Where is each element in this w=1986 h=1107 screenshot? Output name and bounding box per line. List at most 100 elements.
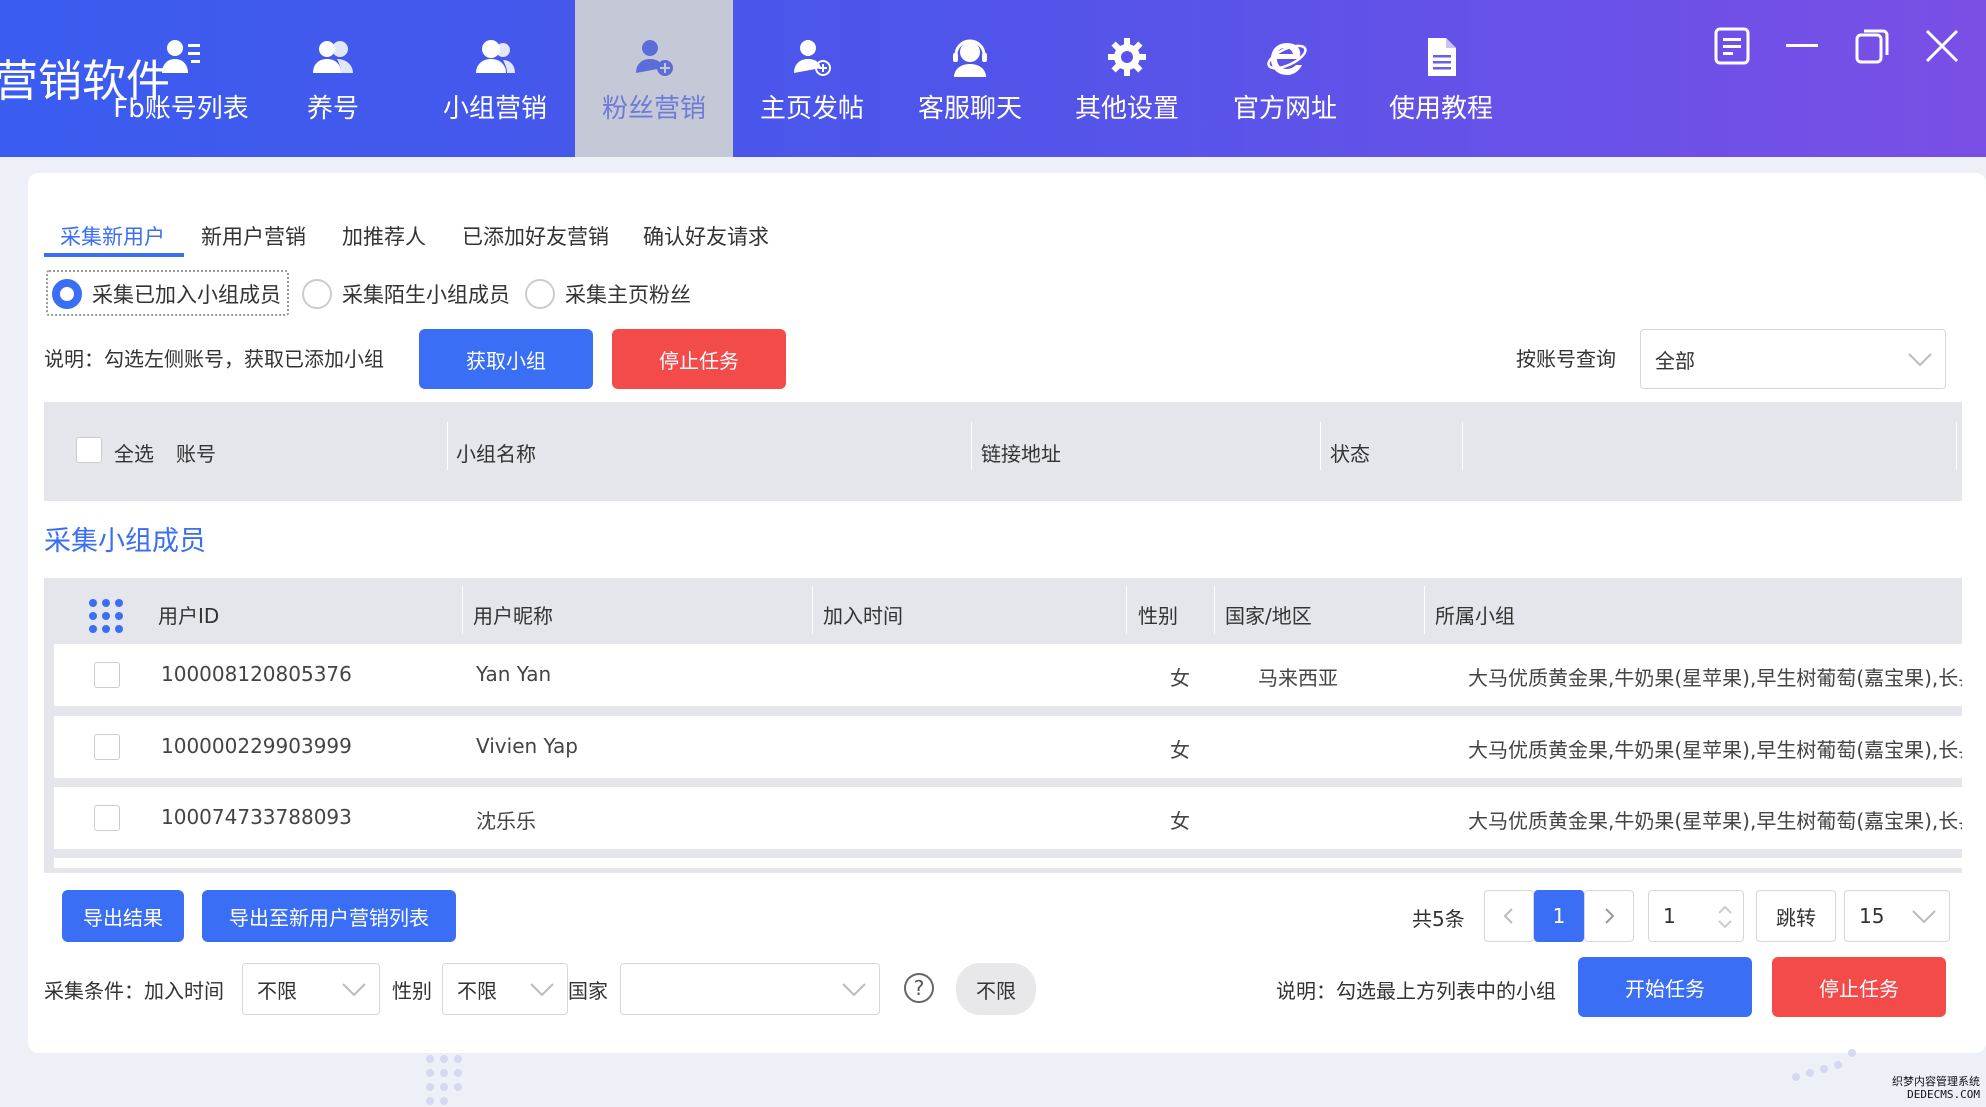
column-divider bbox=[812, 586, 813, 634]
watermark: 织梦内容管理系统 DEDECMS.COM bbox=[1892, 1075, 1980, 1101]
table-row[interactable]: 100074733788093 沈乐乐 女 大马优质黄金果,牛奶果(星苹果),早… bbox=[54, 787, 1962, 849]
cell-nickname: Yan Yan bbox=[476, 662, 552, 686]
account-query-select[interactable]: 全部 bbox=[1640, 329, 1946, 389]
group-icon bbox=[472, 34, 518, 80]
nav-fb-accounts[interactable]: Fb账号列表 bbox=[102, 0, 260, 157]
select-all-checkbox[interactable] bbox=[76, 437, 102, 463]
column-divider bbox=[447, 422, 448, 470]
headset-icon bbox=[947, 34, 993, 80]
nav-label: 小组营销 bbox=[442, 94, 547, 124]
spinner-icon[interactable] bbox=[1717, 903, 1733, 931]
nav-other-settings[interactable]: 其他设置 bbox=[1048, 0, 1206, 157]
account-query-label: 按账号查询 bbox=[1516, 347, 1616, 371]
nav-group-marketing[interactable]: 小组营销 bbox=[416, 0, 574, 157]
page-size-select[interactable]: 15 bbox=[1844, 890, 1950, 942]
nav-label: Fb账号列表 bbox=[113, 94, 249, 124]
cell-gender: 女 bbox=[1170, 666, 1190, 690]
menu-icon[interactable] bbox=[1712, 26, 1752, 66]
row-checkbox[interactable] bbox=[94, 734, 120, 760]
chevron-right-icon bbox=[1605, 908, 1615, 924]
radio-collect-homepage-fans[interactable]: 采集主页粉丝 bbox=[525, 279, 691, 309]
radio-collect-stranger-group-members[interactable]: 采集陌生小组成员 bbox=[302, 279, 510, 309]
chevron-down-icon bbox=[1912, 910, 1936, 924]
column-divider bbox=[1424, 586, 1425, 634]
minimize-icon[interactable] bbox=[1782, 26, 1822, 66]
column-user-id: 用户ID bbox=[158, 604, 220, 628]
conditions-label: 采集条件：加入时间 bbox=[44, 979, 224, 1003]
page-number-input[interactable]: 1 bbox=[1648, 890, 1744, 942]
chevron-down-icon bbox=[842, 983, 866, 997]
nav-fans-marketing[interactable]: 粉丝营销 bbox=[575, 0, 733, 157]
close-icon[interactable] bbox=[1922, 26, 1962, 66]
row-checkbox[interactable] bbox=[94, 805, 120, 831]
radio-checked-icon bbox=[52, 279, 82, 309]
column-divider bbox=[1462, 422, 1463, 470]
export-to-marketing-button[interactable]: 导出至新用户营销列表 bbox=[202, 890, 456, 942]
active-tab-indicator bbox=[44, 253, 184, 257]
watermark-line: DEDECMS.COM bbox=[1907, 1088, 1980, 1101]
gender-label: 性别 bbox=[392, 979, 432, 1003]
cell-nickname: 沈乐乐 bbox=[476, 809, 536, 833]
pagination-next[interactable] bbox=[1584, 890, 1634, 942]
stop-task-button[interactable]: 停止任务 bbox=[612, 329, 786, 389]
nav-label: 客服聊天 bbox=[917, 94, 1022, 124]
account-query-value: 全部 bbox=[1655, 348, 1695, 373]
cell-gender: 女 bbox=[1170, 809, 1190, 833]
nav-homepage-post[interactable]: 主页发帖 bbox=[733, 0, 891, 157]
country-select[interactable] bbox=[620, 963, 880, 1015]
nav-label: 主页发帖 bbox=[759, 94, 864, 124]
column-group-name: 小组名称 bbox=[456, 442, 536, 466]
get-groups-button[interactable]: 获取小组 bbox=[419, 329, 593, 389]
group-table-header: 全选 账号 小组名称 链接地址 状态 bbox=[44, 402, 1962, 501]
country-label: 国家 bbox=[568, 979, 608, 1003]
add-user-icon bbox=[631, 34, 677, 80]
nav-customer-chat[interactable]: 客服聊天 bbox=[891, 0, 1049, 157]
column-settings-icon[interactable] bbox=[88, 598, 124, 634]
tab-confirm-friend-requests[interactable]: 确认好友请求 bbox=[643, 221, 769, 251]
radio-collect-joined-group-members[interactable]: 采集已加入小组成员 bbox=[52, 279, 281, 309]
chevron-down-icon bbox=[342, 983, 366, 997]
table-row[interactable]: 100000229903999 Vivien Yap 女 大马优质黄金果,牛奶果… bbox=[54, 716, 1962, 778]
table-row[interactable]: 100008120805376 Yan Yan 女 马来西亚 大马优质黄金果,牛… bbox=[54, 644, 1962, 706]
nav-tutorial[interactable]: 使用教程 bbox=[1362, 0, 1520, 157]
tab-collect-new-users[interactable]: 采集新用户 bbox=[60, 221, 165, 251]
decorative-dots bbox=[1792, 1049, 1856, 1081]
browser-icon bbox=[1262, 34, 1308, 80]
pagination-prev[interactable] bbox=[1484, 890, 1534, 942]
decorative-dots bbox=[426, 1055, 462, 1105]
document-icon bbox=[1418, 34, 1464, 80]
unlimited-chip[interactable]: 不限 bbox=[956, 963, 1036, 1015]
nav-raise-accounts[interactable]: 养号 bbox=[254, 0, 412, 157]
section-title-collect-members: 采集小组成员 bbox=[44, 526, 206, 557]
help-icon[interactable]: ? bbox=[904, 973, 934, 1003]
export-results-button[interactable]: 导出结果 bbox=[62, 890, 184, 942]
account-list-icon bbox=[158, 34, 204, 80]
chevron-down-icon bbox=[1908, 353, 1932, 367]
pagination-current-page[interactable]: 1 bbox=[1534, 890, 1584, 942]
nav-label: 其他设置 bbox=[1074, 94, 1179, 124]
column-divider bbox=[462, 586, 463, 634]
stop-task-bottom-button[interactable]: 停止任务 bbox=[1772, 957, 1946, 1017]
nav-official-site[interactable]: 官方网址 bbox=[1206, 0, 1364, 157]
column-nickname: 用户昵称 bbox=[473, 604, 553, 628]
table-row-partial bbox=[54, 858, 1962, 868]
tab-add-referrer[interactable]: 加推荐人 bbox=[342, 221, 426, 251]
cell-nickname: Vivien Yap bbox=[476, 734, 578, 758]
row-checkbox[interactable] bbox=[94, 662, 120, 688]
content-card: 采集新用户 新用户营销 加推荐人 已添加好友营销 确认好友请求 采集已加入小组成… bbox=[28, 173, 1986, 1053]
join-time-select[interactable]: 不限 bbox=[242, 963, 380, 1015]
column-country: 国家/地区 bbox=[1225, 604, 1312, 628]
nav-label: 养号 bbox=[306, 94, 359, 124]
gender-select[interactable]: 不限 bbox=[442, 963, 568, 1015]
join-time-value: 不限 bbox=[257, 978, 297, 1003]
select-all-label: 全选 bbox=[114, 442, 154, 466]
gear-icon bbox=[1104, 34, 1150, 80]
restore-icon[interactable] bbox=[1852, 26, 1892, 66]
start-task-button[interactable]: 开始任务 bbox=[1578, 957, 1752, 1017]
page-number-value: 1 bbox=[1663, 904, 1676, 928]
toolbar-description: 说明：勾选左侧账号，获取已添加小组 bbox=[44, 347, 384, 371]
jump-button[interactable]: 跳转 bbox=[1756, 890, 1836, 942]
tab-added-friends-marketing[interactable]: 已添加好友营销 bbox=[462, 221, 609, 251]
tab-new-user-marketing[interactable]: 新用户营销 bbox=[201, 221, 306, 251]
cell-group: 大马优质黄金果,牛奶果(星苹果),早生树葡萄(嘉宝果),长县 bbox=[1468, 738, 1962, 762]
